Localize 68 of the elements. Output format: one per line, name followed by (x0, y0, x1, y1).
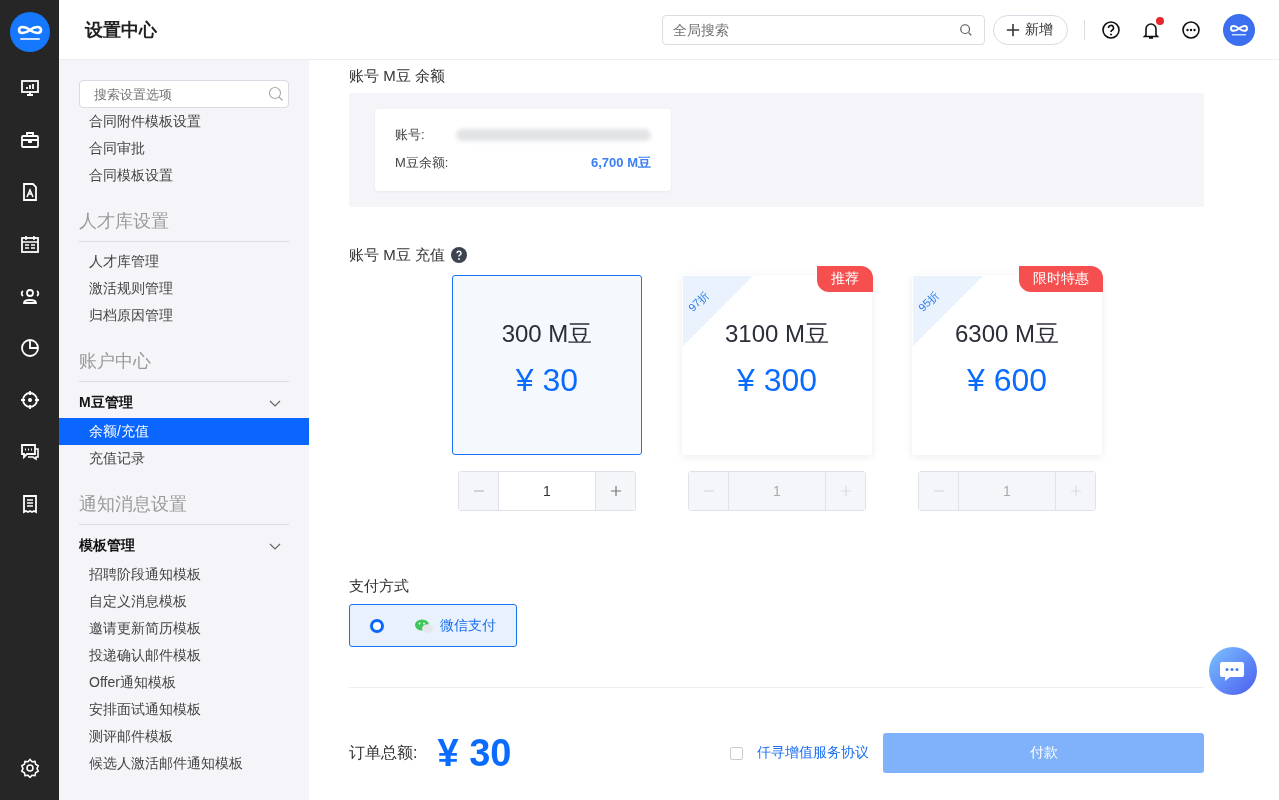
section-title: 账号 M豆 充值 (349, 245, 445, 265)
package-amount: 300 M豆 (501, 319, 593, 349)
section-title: 账号 M豆 余额 (349, 66, 446, 86)
more-icon[interactable] (1181, 19, 1201, 40)
package-price: ¥ 300 (736, 362, 818, 399)
section-heading: 人才库设置 (79, 209, 289, 242)
section-heading: 账户中心 (79, 349, 289, 382)
sidebar-item[interactable]: 激活规则管理 (79, 275, 309, 302)
total-amount: ¥ 30 (437, 731, 512, 775)
group-header[interactable]: M豆管理 (79, 388, 289, 418)
chat-icon[interactable] (19, 442, 40, 462)
sidebar-item[interactable]: 余额/充值 (59, 418, 309, 445)
search-field[interactable]: 全局搜索 (662, 14, 985, 45)
package-price: ¥ 30 (515, 362, 579, 399)
target-icon[interactable] (19, 390, 40, 410)
help-icon[interactable] (450, 247, 467, 263)
wechat-icon (414, 617, 434, 634)
sidebar-item[interactable]: 测评邮件模板 (79, 723, 309, 750)
sidebar-item[interactable]: 归档原因管理 (79, 302, 309, 329)
plus-icon (1006, 22, 1020, 37)
sidebar-item[interactable]: 合同模板设置 (79, 162, 309, 189)
section-heading: 通知消息设置 (79, 492, 289, 525)
sidebar-item[interactable]: 合同附件模板设置 (79, 108, 309, 135)
balance-label: M豆余额: (395, 154, 449, 172)
sidebar-item[interactable]: Offer通知模板 (79, 669, 309, 696)
people-icon[interactable] (19, 286, 40, 306)
page-title: 设置中心 (85, 18, 157, 42)
sidebar-item[interactable]: 充值记录 (79, 445, 309, 472)
monitor-icon[interactable] (19, 78, 40, 98)
package-price: ¥ 600 (966, 362, 1048, 399)
package-badge: 限时特惠 (1019, 266, 1103, 292)
sidebar-item[interactable]: 人才库管理 (79, 248, 309, 275)
chat-bubble-button[interactable] (1209, 647, 1257, 695)
agreement-link[interactable]: 仟寻增值服务协议 (757, 744, 869, 762)
group-label: 模板管理 (79, 537, 135, 555)
sidebar-item[interactable]: 招聘阶段通知模板 (79, 561, 309, 588)
section-title: 支付方式 (349, 577, 410, 596)
sidebar-item[interactable]: 自定义消息模板 (79, 588, 309, 615)
search-icon (959, 22, 973, 37)
quantity-value: 1 (499, 472, 595, 510)
account-label: 账号: (395, 126, 425, 144)
payment-option[interactable]: 微信支付 (349, 604, 517, 647)
sidebar-item[interactable]: 安排面试通知模板 (79, 696, 309, 723)
search-icon (268, 86, 284, 102)
calendar-icon[interactable] (19, 234, 40, 254)
help-icon[interactable] (1101, 19, 1121, 40)
group-label: M豆管理 (79, 394, 133, 412)
total-label: 订单总额: (349, 742, 418, 763)
pie-chart-icon[interactable] (19, 338, 40, 358)
plus-icon (839, 485, 852, 497)
plus-icon (1069, 485, 1082, 497)
avatar-icon[interactable] (1223, 13, 1255, 46)
briefcase-icon[interactable] (19, 130, 40, 150)
settings-icon[interactable] (19, 758, 40, 778)
package-card[interactable]: 300 M豆 ¥ 30 (452, 275, 642, 455)
sidebar-item[interactable]: 投递确认邮件模板 (79, 642, 309, 669)
sidebar-item[interactable]: 合同审批 (79, 135, 309, 162)
sidebar-item[interactable]: 邀请更新简历模板 (79, 615, 309, 642)
logo-icon[interactable] (9, 12, 50, 52)
agreement-checkbox[interactable] (730, 746, 743, 760)
package-badge: 推荐 (817, 266, 873, 292)
sidebar-item[interactable]: 候选人激活邮件通知模板 (79, 750, 309, 777)
settings-search-field[interactable]: 搜索设置选项 (79, 80, 289, 108)
new-button[interactable]: 新增 (993, 14, 1068, 45)
balance-value: 6,700 M豆 (591, 154, 651, 172)
group-header[interactable]: 模板管理 (79, 531, 289, 561)
plus-icon (609, 485, 622, 497)
radio-button[interactable] (370, 618, 384, 633)
